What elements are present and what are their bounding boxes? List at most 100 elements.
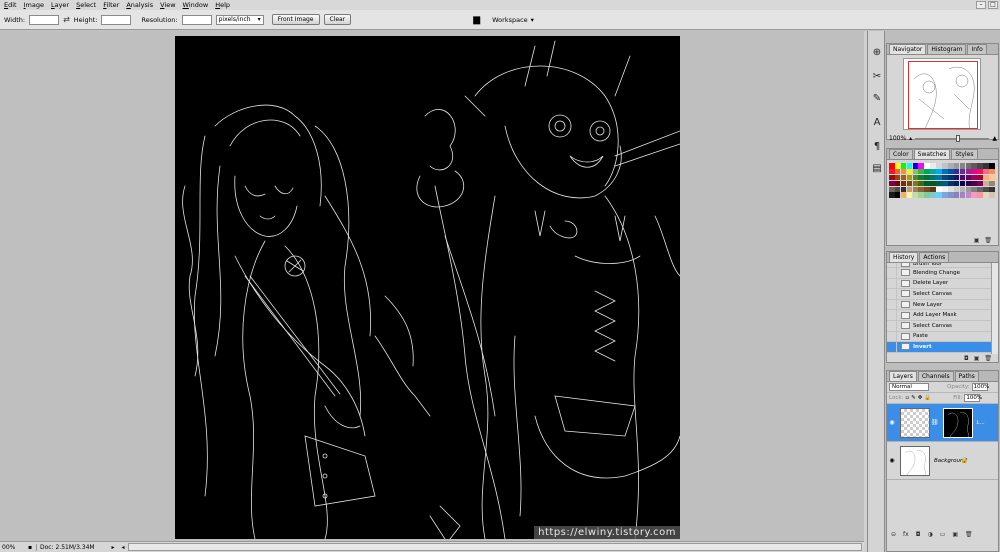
swatch[interactable] xyxy=(918,180,925,187)
history-scrollbar[interactable] xyxy=(991,263,998,354)
swatch[interactable] xyxy=(894,192,901,199)
history-item[interactable]: New Layer xyxy=(887,299,998,311)
menu-filter[interactable]: Filter xyxy=(103,1,119,9)
width-input[interactable] xyxy=(29,14,60,25)
swatch[interactable] xyxy=(977,180,983,187)
swatch[interactable] xyxy=(918,186,925,193)
new-document-icon[interactable]: ▣ xyxy=(974,355,980,362)
swatch[interactable] xyxy=(889,192,895,199)
swatch[interactable] xyxy=(983,163,989,169)
swatch[interactable] xyxy=(900,186,907,193)
swatch[interactable] xyxy=(942,186,948,193)
zoom-out-icon[interactable]: ▴ xyxy=(909,135,912,142)
swatch[interactable] xyxy=(918,174,925,181)
zoom-level[interactable]: 00% xyxy=(0,544,28,551)
swatch[interactable] xyxy=(912,168,919,175)
swatch[interactable] xyxy=(924,186,930,193)
history-source-checkbox[interactable] xyxy=(887,320,897,332)
chain-icon[interactable]: ⛓ xyxy=(931,419,939,426)
trash-icon[interactable]: 🗑 xyxy=(984,355,992,362)
history-item[interactable]: Blending Change xyxy=(887,267,998,279)
horizontal-scrollbar[interactable] xyxy=(128,543,862,551)
swatch[interactable] xyxy=(953,192,960,199)
menu-analysis[interactable]: Analysis xyxy=(126,1,153,9)
menu-layer[interactable]: Layer xyxy=(51,1,69,9)
swatch[interactable] xyxy=(989,186,995,193)
swatch[interactable] xyxy=(971,186,978,193)
eye-icon[interactable]: ◉ xyxy=(887,419,897,426)
tab-info[interactable]: Info xyxy=(967,44,987,54)
swatch[interactable] xyxy=(912,174,919,181)
swatch[interactable] xyxy=(959,163,966,169)
swatch[interactable] xyxy=(900,174,907,181)
swatch[interactable] xyxy=(953,174,960,181)
swatch[interactable] xyxy=(906,192,913,199)
tab-layers[interactable]: Layers xyxy=(889,371,917,381)
swatch[interactable] xyxy=(918,163,925,169)
swatch[interactable] xyxy=(894,168,901,175)
swatch[interactable] xyxy=(989,163,995,169)
swatch[interactable] xyxy=(930,174,936,181)
swatch[interactable] xyxy=(924,192,930,199)
resolution-units-select[interactable]: pixels/inch ▾ xyxy=(215,14,264,25)
tool-preset-icon[interactable]: ▆ xyxy=(473,15,480,25)
swatch[interactable] xyxy=(953,186,960,193)
history-item[interactable]: Add Layer Mask xyxy=(887,309,998,321)
lock-move-icon[interactable]: ✥ xyxy=(918,395,923,401)
swatch[interactable] xyxy=(889,186,895,193)
swatch[interactable] xyxy=(989,174,995,181)
layer-row[interactable]: ◉ ⛓ L... xyxy=(887,404,998,442)
swatch[interactable] xyxy=(942,180,948,187)
tab-channels[interactable]: Channels xyxy=(917,371,954,381)
swatch[interactable] xyxy=(912,163,919,169)
swatch[interactable] xyxy=(953,168,960,175)
swatch[interactable] xyxy=(983,192,989,199)
navigator-panel-icon[interactable]: ⊕ xyxy=(870,45,884,59)
layer-name[interactable]: L... xyxy=(977,420,985,426)
swatch[interactable] xyxy=(959,168,966,175)
swatch[interactable] xyxy=(900,180,907,187)
history-source-checkbox[interactable] xyxy=(887,263,897,267)
scroll-left-icon[interactable]: ◂ xyxy=(118,544,128,551)
menu-window[interactable]: Window xyxy=(183,1,209,9)
tab-histogram[interactable]: Histogram xyxy=(927,44,967,54)
swatch[interactable] xyxy=(924,180,930,187)
lock-paint-icon[interactable]: ✎ xyxy=(911,395,916,401)
swatch[interactable] xyxy=(889,180,895,187)
history-item[interactable]: Paste xyxy=(887,331,998,343)
swatch[interactable] xyxy=(977,174,983,181)
swatch[interactable] xyxy=(965,168,972,175)
swap-dimensions-icon[interactable]: ⇄ xyxy=(63,15,70,24)
swatch[interactable] xyxy=(977,192,983,199)
swatch[interactable] xyxy=(965,186,972,193)
swatch[interactable] xyxy=(942,168,948,175)
navigator-view-box[interactable] xyxy=(908,61,978,129)
swatch[interactable] xyxy=(965,174,972,181)
swatch[interactable] xyxy=(947,174,954,181)
character-panel-icon[interactable]: A xyxy=(870,115,884,129)
history-source-checkbox[interactable] xyxy=(887,299,897,310)
swatch[interactable] xyxy=(889,174,895,181)
swatch[interactable] xyxy=(983,180,989,187)
swatch[interactable] xyxy=(959,174,966,181)
tab-navigator[interactable]: Navigator xyxy=(889,44,927,54)
tab-paths[interactable]: Paths xyxy=(954,371,979,381)
swatch[interactable] xyxy=(989,180,995,187)
snapshot-icon[interactable]: ◘ xyxy=(964,355,969,362)
menu-image[interactable]: Image xyxy=(24,1,44,9)
swatch[interactable] xyxy=(894,174,901,181)
clear-button[interactable]: Clear xyxy=(323,14,352,25)
tab-styles[interactable]: Styles xyxy=(951,149,978,159)
paragraph-panel-icon[interactable]: ¶ xyxy=(870,139,884,153)
swatch[interactable] xyxy=(959,192,966,199)
tab-swatches[interactable]: Swatches xyxy=(913,149,951,159)
swatch[interactable] xyxy=(989,168,995,175)
blend-mode-select[interactable]: Normal xyxy=(889,383,929,391)
swatch[interactable] xyxy=(947,168,954,175)
swatch[interactable] xyxy=(906,180,913,187)
minimize-button[interactable]: – xyxy=(976,1,986,9)
swatch[interactable] xyxy=(930,168,936,175)
swatch[interactable] xyxy=(894,163,901,169)
navigator-zoom-value[interactable]: 100% xyxy=(889,135,906,142)
trash-icon[interactable]: 🗑 xyxy=(984,237,992,244)
